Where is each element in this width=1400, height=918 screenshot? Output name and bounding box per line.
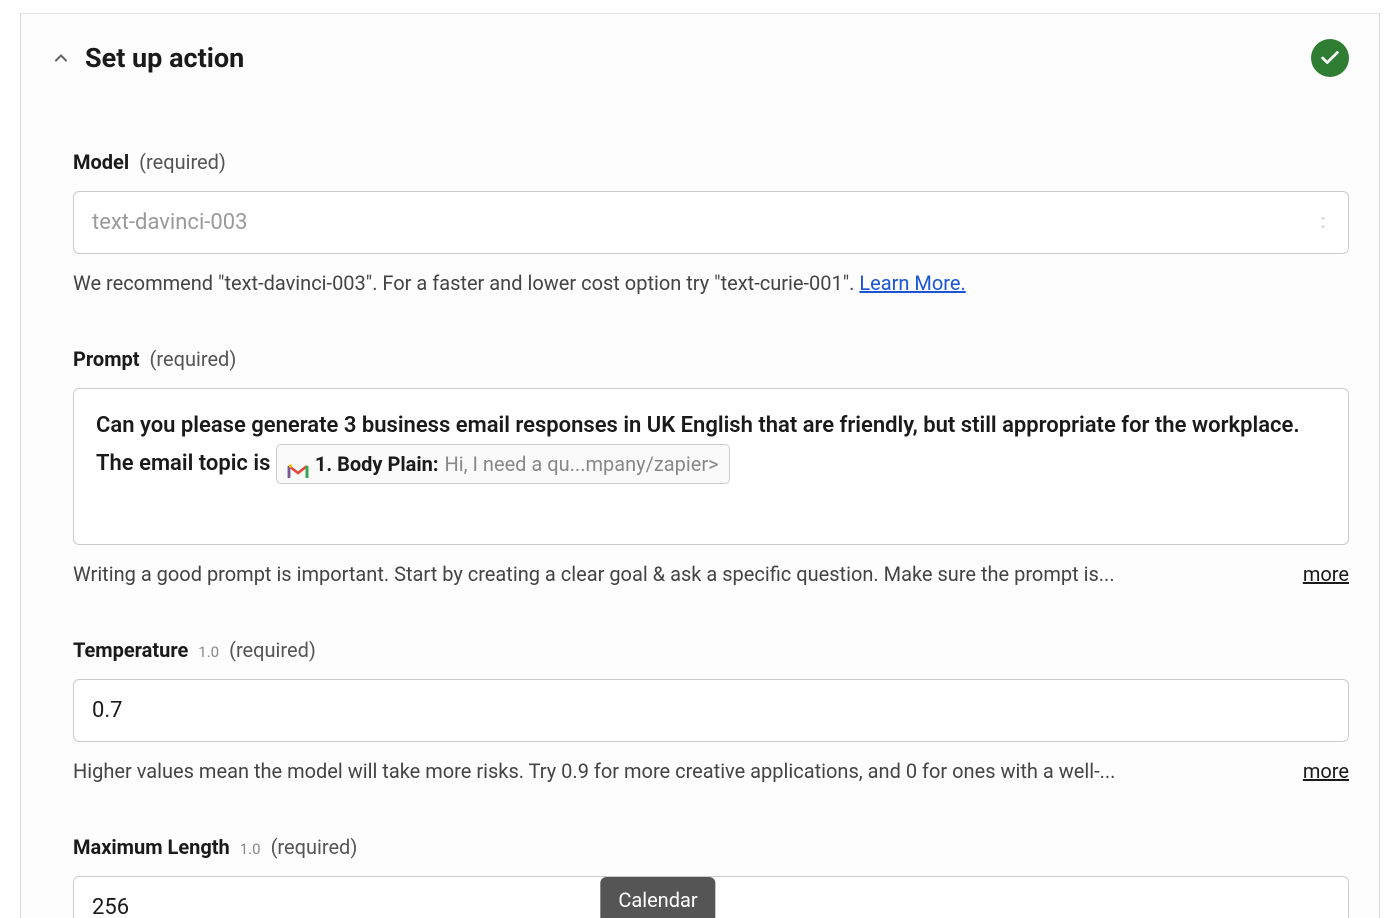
collapse-chevron-icon[interactable] (51, 48, 71, 68)
model-learn-more-link[interactable]: Learn More. (859, 271, 965, 295)
temperature-label: Temperature (73, 635, 188, 665)
tag-field-label: 1. Body Plain: (315, 447, 439, 481)
gmail-icon (287, 456, 309, 472)
temperature-more-link[interactable]: more (1303, 756, 1349, 786)
prompt-variable-tag[interactable]: 1. Body Plain: Hi, I need a qu...mpany/z… (276, 444, 730, 484)
model-required: (required) (139, 147, 226, 177)
tag-field-preview: Hi, I need a qu...mpany/zapier> (445, 447, 719, 481)
temperature-input[interactable]: 0.7 (73, 679, 1349, 742)
prompt-input[interactable]: Can you please generate 3 business email… (73, 388, 1349, 545)
calendar-tooltip: Calendar (600, 877, 715, 918)
model-select[interactable]: text-davinci-003 (73, 191, 1349, 254)
model-help-text: We recommend "text-davinci-003". For a f… (73, 268, 1349, 298)
temperature-version: 1.0 (198, 641, 219, 664)
prompt-required: (required) (150, 344, 237, 374)
max-length-label: Maximum Length (73, 832, 230, 862)
select-sort-icon (1316, 215, 1330, 230)
max-length-version: 1.0 (240, 838, 261, 861)
section-title: Set up action (85, 38, 1311, 79)
model-select-value: text-davinci-003 (92, 206, 247, 239)
temperature-help-text: Higher values mean the model will take m… (73, 756, 1273, 786)
max-length-required: (required) (271, 832, 358, 862)
temperature-required: (required) (229, 635, 316, 665)
status-complete-icon (1311, 39, 1349, 77)
model-label: Model (73, 147, 129, 177)
prompt-help-text: Writing a good prompt is important. Star… (73, 559, 1273, 589)
prompt-label: Prompt (73, 344, 140, 374)
prompt-more-link[interactable]: more (1303, 559, 1349, 589)
